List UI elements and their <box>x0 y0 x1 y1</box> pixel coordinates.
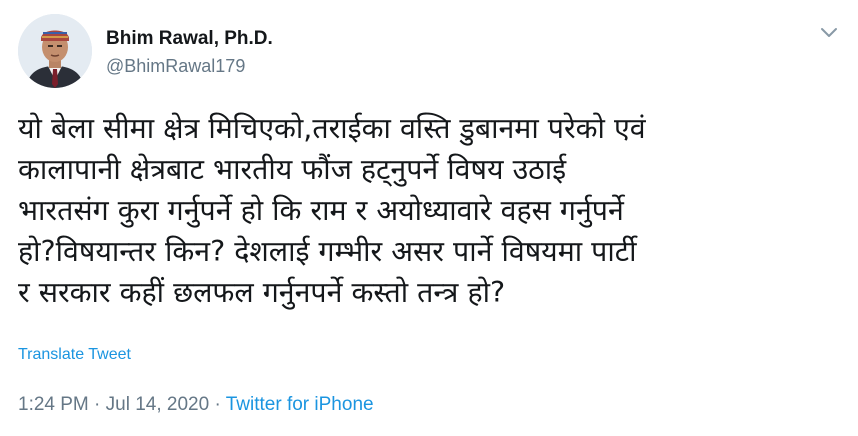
tweet-text-line: र सरकार कहीं छलफल गर्नुनपर्ने कस्तो तन्त… <box>18 276 506 309</box>
tweet-metadata: 1:24 PM · Jul 14, 2020 · Twitter for iPh… <box>18 394 374 416</box>
tweet-header: Bhim Rawal, Ph.D. @BhimRawal179 <box>18 14 840 92</box>
tweet-date[interactable]: Jul 14, 2020 <box>106 394 210 415</box>
author-name[interactable]: Bhim Rawal, Ph.D. <box>106 28 273 50</box>
avatar-image <box>18 14 92 88</box>
tweet-text-line: यो बेला सीमा क्षेत्र मिचिएको,तराईका वस्त… <box>18 112 646 145</box>
tweet-text: यो बेला सीमा क्षेत्र मिचिएको,तराईका वस्त… <box>18 108 848 313</box>
chevron-down-icon[interactable] <box>818 24 840 42</box>
tweet-text-line: कालापानी क्षेत्रबाट भारतीय फौंज हट्नुपर्… <box>18 153 567 186</box>
tweet-card: Bhim Rawal, Ph.D. @BhimRawal179 यो बेला … <box>0 0 858 436</box>
tweet-text-line: हो?विषयान्तर किन? देशलाई गम्भीर असर पार्… <box>18 235 637 268</box>
tweet-source-link[interactable]: Twitter for iPhone <box>226 394 374 415</box>
tweet-text-line: भारतसंग कुरा गर्नुपर्ने हो कि राम र अयोध… <box>18 194 624 227</box>
author-handle[interactable]: @BhimRawal179 <box>106 56 245 77</box>
separator: · <box>94 394 101 415</box>
tweet-time[interactable]: 1:24 PM <box>18 394 89 415</box>
separator: · <box>214 394 221 415</box>
avatar[interactable] <box>18 14 92 88</box>
translate-tweet-link[interactable]: Translate Tweet <box>18 346 131 364</box>
